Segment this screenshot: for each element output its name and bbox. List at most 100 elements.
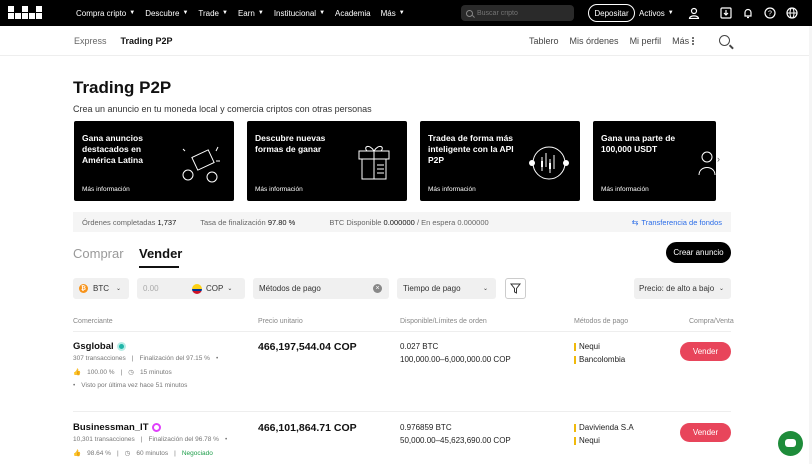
clock-icon: ◷ <box>124 450 131 457</box>
availability: 0.976859 BTC 50,000.00–45,623,690.00 COP <box>400 423 511 445</box>
nav-mas[interactable]: Más ▼ <box>381 9 405 18</box>
user-stats-bar: Órdenes completadas 1,737 Tasa de finali… <box>73 212 731 232</box>
card-link[interactable]: Más información <box>82 186 130 193</box>
crypto-search[interactable] <box>461 5 574 21</box>
bell-icon[interactable] <box>742 7 754 19</box>
col-header-price: Precio unitario <box>258 318 303 325</box>
btc-available: BTC Disponible 0.000000 / En espera 0.00… <box>329 217 489 227</box>
clear-icon[interactable]: × <box>373 284 382 293</box>
more-vertical-icon <box>692 37 695 45</box>
card-link[interactable]: Más información <box>601 186 649 193</box>
carousel-next-icon[interactable]: › <box>717 154 720 164</box>
col-header-payment: Métodos de pago <box>574 318 629 325</box>
chevron-down-icon: ▼ <box>257 10 264 16</box>
merchant-name[interactable]: Businessman_IT <box>73 422 161 433</box>
nav-academia[interactable]: Academia <box>335 9 371 18</box>
nav-trade[interactable]: Trade ▼ <box>198 9 228 18</box>
p2p-subnav: Express Trading P2P Tablero Mis órdenes … <box>0 26 812 56</box>
active-tab-indicator <box>139 266 179 268</box>
payment-method-select[interactable]: Métodos de pago × <box>253 278 389 299</box>
transfer-icon: ⇆ <box>631 217 639 227</box>
users-illustration-icon <box>698 151 716 176</box>
deposit-button[interactable]: Depositar <box>588 4 635 22</box>
nav-institucional[interactable]: Institucional ▼ <box>274 9 325 18</box>
chevron-down-icon: ▼ <box>129 10 136 16</box>
chevron-down-icon: ▼ <box>398 10 405 16</box>
col-header-available: Disponible/Límites de orden <box>400 318 487 325</box>
sort-select[interactable]: Precio: de alto a bajo ⌄ <box>634 278 731 299</box>
promo-card-usdt[interactable]: Gana una parte de 100,000 USDT Más infor… <box>593 121 716 201</box>
assets-menu[interactable]: Activos ▼ <box>639 0 674 26</box>
chevron-down-icon: ⌄ <box>718 285 724 292</box>
user-icon[interactable] <box>688 7 700 19</box>
search-icon <box>466 9 473 17</box>
nav-earn[interactable]: Earn ▼ <box>238 9 264 18</box>
availability: 0.027 BTC 100,000.00–6,000,000.00 COP <box>400 342 511 364</box>
chat-support-icon[interactable] <box>778 431 803 456</box>
nav-tablero[interactable]: Tablero <box>529 36 559 46</box>
page-subtitle: Crea un anuncio en tu moneda local y com… <box>73 104 372 114</box>
filter-icon <box>509 283 522 294</box>
nav-mas-subnav[interactable]: Más <box>672 36 695 46</box>
svg-text:?: ? <box>768 11 772 18</box>
coin-select[interactable]: ₿ BTC ⌄ <box>73 278 129 299</box>
help-icon[interactable]: ? <box>764 7 776 19</box>
chart-illustration-icon <box>529 146 569 180</box>
divider <box>73 411 731 412</box>
status-badge: Negociado <box>181 449 213 457</box>
main-menu: Compra cripto ▼ Descubre ▼ Trade ▼ Earn ▼ In… <box>76 0 405 26</box>
page-title: Trading P2P <box>73 78 172 97</box>
verified-badge-icon <box>151 423 161 432</box>
globe-icon[interactable] <box>786 7 798 19</box>
nav-compra-cripto[interactable]: Compra cripto ▼ <box>76 9 135 18</box>
thumbs-up-icon: 👍 <box>73 450 82 457</box>
amount-input[interactable]: 0.00 <box>143 284 159 293</box>
tab-vender[interactable]: Vender <box>139 246 182 261</box>
merchant-name[interactable]: Gsglobal <box>73 341 126 352</box>
payment-methods: Nequi Bancolombia <box>574 340 625 366</box>
nav-mi-perfil[interactable]: Mi perfil <box>630 36 662 46</box>
promo-card-featured-ads[interactable]: Gana anuncios destacados en América Lati… <box>74 121 234 201</box>
amount-fiat-field[interactable]: 0.00 COP ⌄ <box>137 278 245 299</box>
merchant-stats: 10,301 transacciones | Finalización del 96… <box>73 436 228 443</box>
col-header-action: Compra/Venta <box>689 318 734 325</box>
col-header-merchant: Comerciante <box>73 318 113 325</box>
sell-button[interactable]: Vender <box>680 342 731 361</box>
card-link[interactable]: Más información <box>255 186 303 193</box>
okx-logo[interactable] <box>8 6 42 19</box>
thumbs-up-icon: 👍 <box>73 369 82 376</box>
sell-button[interactable]: Vender <box>680 423 731 442</box>
card-link[interactable]: Más información <box>428 186 476 193</box>
promo-card-earn[interactable]: Descubre nuevas formas de ganar Más info… <box>247 121 407 201</box>
colombia-flag-icon <box>192 283 202 294</box>
tab-trading-p2p[interactable]: Trading P2P <box>121 36 173 46</box>
promo-card-api[interactable]: Tradea de forma más inteligente con la A… <box>420 121 580 201</box>
search-input[interactable] <box>477 9 567 17</box>
nav-mis-ordenes[interactable]: Mis órdenes <box>570 36 619 46</box>
download-icon[interactable] <box>720 7 732 19</box>
search-icon[interactable] <box>719 35 730 46</box>
unit-price: 466,197,544.04 COP <box>258 341 357 353</box>
gift-illustration-icon <box>182 146 220 183</box>
create-ad-button[interactable]: Crear anuncio <box>666 242 731 263</box>
fiat-select[interactable]: COP ⌄ <box>192 283 233 294</box>
divider <box>73 331 731 332</box>
unit-price: 466,101,864.71 COP <box>258 422 357 434</box>
chevron-down-icon: ▼ <box>182 10 189 16</box>
chevron-down-icon: ▼ <box>222 10 228 16</box>
chevron-down-icon: ▼ <box>319 10 326 16</box>
btc-coin-icon: ₿ <box>79 284 88 293</box>
payment-time-select[interactable]: Tiempo de pago ⌄ <box>397 278 496 299</box>
transfer-funds-link[interactable]: ⇆ Transferencia de fondos <box>632 218 722 227</box>
merchant-stats: 307 transacciones | Finalización del 97.15… <box>73 355 219 362</box>
filter-button[interactable] <box>505 278 526 299</box>
merchant-rating: 👍 100.00 % | ◷ 15 minutos <box>73 368 172 377</box>
tab-express[interactable]: Express <box>74 36 107 46</box>
completion-rate: Tasa de finalización 97.80 % <box>200 217 296 227</box>
gift-box-icon <box>358 145 390 180</box>
nav-descubre[interactable]: Descubre ▼ <box>145 9 188 18</box>
chevron-down-icon: ⌄ <box>227 285 233 292</box>
tab-comprar[interactable]: Comprar <box>73 246 124 261</box>
chevron-down-icon: ⌄ <box>482 285 488 292</box>
chevron-down-icon: ⌄ <box>115 285 121 292</box>
